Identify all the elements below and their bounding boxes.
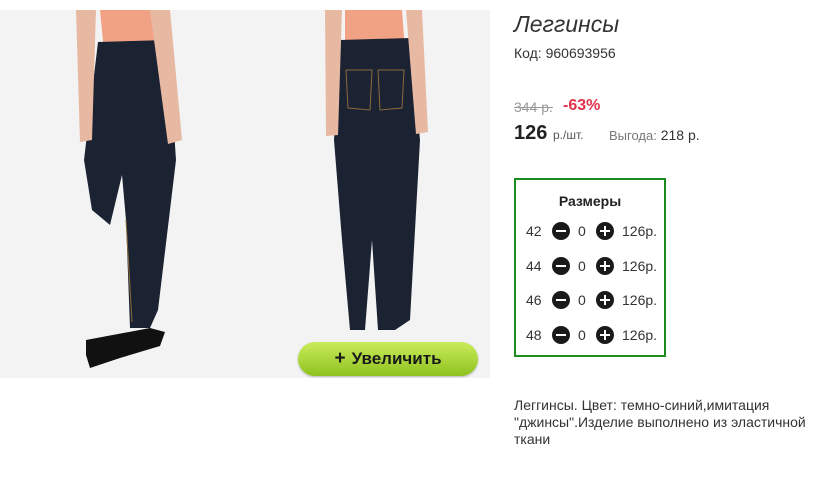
plus-icon: + bbox=[334, 348, 346, 369]
plus-icon[interactable] bbox=[596, 257, 614, 275]
size-label: 44 bbox=[526, 258, 542, 274]
product-image[interactable]: + Увеличить bbox=[0, 10, 490, 378]
old-price: 344 р. bbox=[514, 99, 553, 115]
size-quantity: 0 bbox=[578, 258, 586, 274]
saving-value: 218 р. bbox=[660, 127, 700, 143]
saving: Выгода: 218 р. bbox=[609, 127, 700, 143]
leggings-photo bbox=[76, 10, 428, 368]
product-description: Леггинсы. Цвет: темно-синий,имитация "дж… bbox=[514, 397, 806, 447]
size-row: 44 0 126р. bbox=[526, 256, 666, 276]
zoom-label: Увеличить bbox=[351, 349, 442, 368]
size-label: 48 bbox=[526, 327, 542, 343]
size-row: 48 0 126р. bbox=[526, 325, 666, 345]
size-price: 126р. bbox=[622, 292, 658, 308]
size-price: 126р. bbox=[622, 258, 658, 274]
size-row: 46 0 126р. bbox=[526, 290, 666, 310]
size-row: 42 0 126р. bbox=[526, 221, 666, 241]
product-code: Код: 960693956 bbox=[514, 45, 616, 61]
plus-icon[interactable] bbox=[596, 326, 614, 344]
saving-label: Выгода: bbox=[609, 128, 657, 143]
minus-icon[interactable] bbox=[552, 222, 570, 240]
size-quantity: 0 bbox=[578, 327, 586, 343]
current-price: 126 bbox=[514, 122, 548, 144]
size-label: 42 bbox=[526, 223, 542, 239]
size-selector: Размеры 42 0 126р. 44 0 126р. 46 0 126р.… bbox=[514, 178, 666, 357]
discount-badge: -63% bbox=[563, 97, 601, 114]
size-price: 126р. bbox=[622, 223, 658, 239]
size-label: 46 bbox=[526, 292, 542, 308]
plus-icon[interactable] bbox=[596, 291, 614, 309]
product-title: Леггинсы bbox=[514, 11, 620, 37]
price-unit: р./шт. bbox=[553, 128, 584, 142]
zoom-button[interactable]: + Увеличить bbox=[298, 342, 478, 376]
plus-icon[interactable] bbox=[596, 222, 614, 240]
minus-icon[interactable] bbox=[552, 257, 570, 275]
size-price: 126р. bbox=[622, 327, 658, 343]
size-quantity: 0 bbox=[578, 292, 586, 308]
size-quantity: 0 bbox=[578, 223, 586, 239]
minus-icon[interactable] bbox=[552, 291, 570, 309]
minus-icon[interactable] bbox=[552, 326, 570, 344]
sizes-title: Размеры bbox=[558, 193, 622, 209]
